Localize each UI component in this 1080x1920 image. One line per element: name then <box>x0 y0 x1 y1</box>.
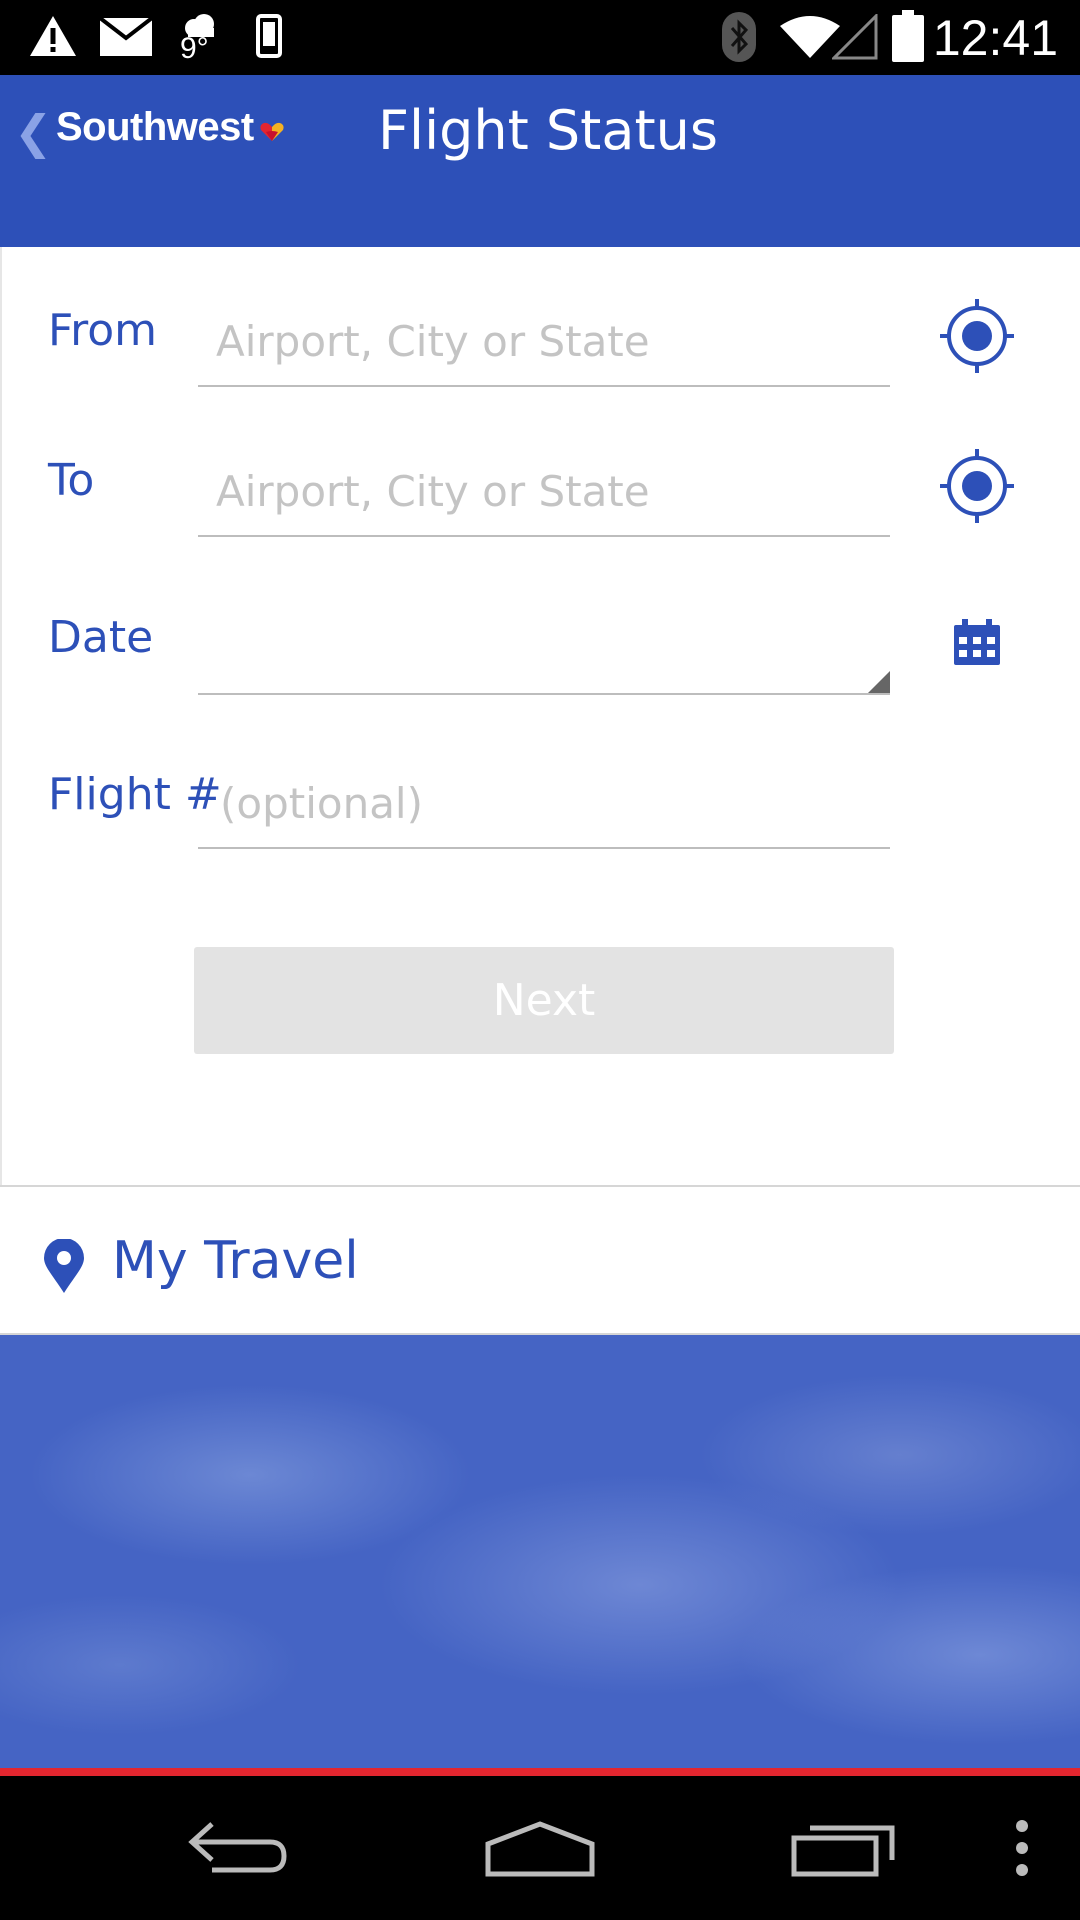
signal-icon <box>832 14 878 60</box>
status-bar: 9° 12:41 <box>0 0 1080 75</box>
phone-icon <box>256 14 282 58</box>
my-travel-label: My Travel <box>112 1231 359 1291</box>
overflow-menu-icon[interactable] <box>1010 1818 1034 1878</box>
my-travel-row[interactable]: My Travel <box>0 1185 1080 1335</box>
temperature: 9° <box>180 32 209 65</box>
home-icon[interactable] <box>484 1818 596 1878</box>
mail-icon <box>100 18 152 56</box>
next-button[interactable]: Next <box>194 947 894 1054</box>
brand-logo[interactable]: Southwest <box>56 105 254 150</box>
bluetooth-icon <box>722 12 756 62</box>
status-time: 12:41 <box>932 10 1058 66</box>
date-label: Date <box>48 612 154 663</box>
flight-label: Flight # <box>48 769 222 820</box>
date-select[interactable] <box>198 607 890 695</box>
to-input[interactable] <box>198 447 890 537</box>
recent-apps-icon[interactable] <box>790 1818 898 1878</box>
to-label: To <box>48 455 95 506</box>
warning-icon <box>30 16 76 56</box>
navigation-bar <box>0 1776 1080 1920</box>
screen: 9° 12:41 ❮ Southwest Flight Status From … <box>0 0 1080 1920</box>
locate-from-icon[interactable] <box>940 299 1014 373</box>
page-title: Flight Status <box>378 99 718 162</box>
battery-icon <box>892 10 924 62</box>
locate-to-icon[interactable] <box>940 449 1014 523</box>
flight-status-form: From To Date <box>0 247 1080 1185</box>
back-icon[interactable] <box>186 1818 290 1878</box>
sky-background-image <box>0 1335 1080 1770</box>
accent-stripe <box>0 1768 1080 1776</box>
calendar-icon[interactable] <box>954 619 1000 665</box>
heart-logo-icon <box>260 122 284 141</box>
from-label: From <box>48 305 158 356</box>
flight-number-input[interactable] <box>198 759 890 849</box>
from-input[interactable] <box>198 297 890 387</box>
app-bar: ❮ Southwest Flight Status <box>0 75 1080 247</box>
location-pin-icon <box>44 1239 84 1293</box>
dropdown-corner-icon <box>868 671 890 693</box>
back-chevron-icon[interactable]: ❮ <box>14 105 53 159</box>
